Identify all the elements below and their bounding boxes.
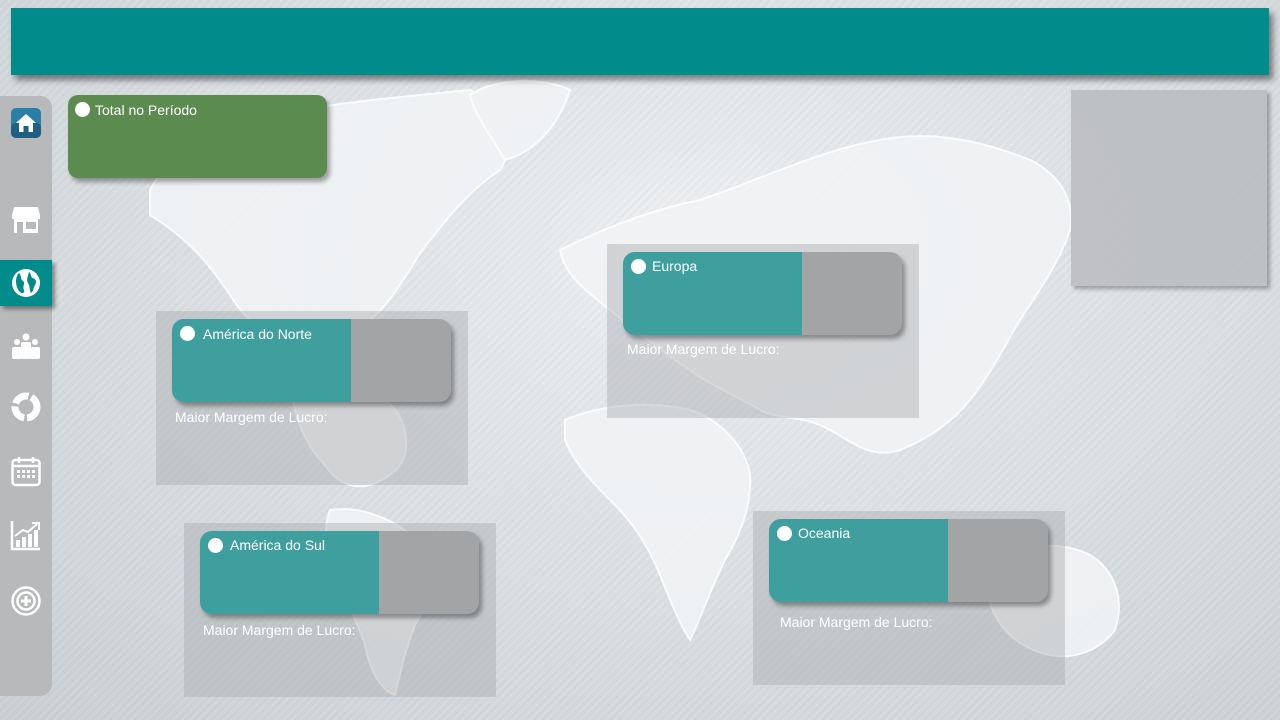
indicator-dot [631,259,646,274]
header-bar [11,8,1269,75]
indicator-dot [208,538,223,553]
people-icon [12,333,40,359]
store-icon [12,207,40,233]
donut-chart-icon [11,392,41,422]
region-panel-south-america: América do Sul Maior Margem de Lucro: [184,523,496,697]
nav-regions[interactable] [0,260,52,306]
region-panel-north-america: América do Norte Maior Margem de Lucro: [156,311,468,485]
nav-stores[interactable] [0,196,52,242]
nav-add[interactable] [0,578,52,624]
globe-icon [12,269,40,297]
sidebar-nav [0,96,52,696]
detail-label: Maior Margem de Lucro: [175,409,328,425]
detail-label: Maior Margem de Lucro: [627,341,780,357]
region-name: América do Norte [203,326,312,342]
nav-analysis[interactable] [0,384,52,430]
region-kpi-card[interactable]: América do Sul [200,531,479,614]
indicator-dot [75,102,90,117]
nav-growth[interactable] [0,512,52,558]
detail-label: Maior Margem de Lucro: [203,622,356,638]
detail-label: Maior Margem de Lucro: [780,614,933,630]
indicator-dot [180,326,195,341]
region-panel-europe: Europa Maior Margem de Lucro: [607,244,919,418]
total-period-label: Total no Período [95,102,197,118]
nav-home[interactable] [0,100,52,146]
region-share-fill [769,519,948,602]
region-kpi-card[interactable]: Europa [623,252,902,335]
region-kpi-card[interactable]: América do Norte [172,319,451,402]
calendar-icon [11,457,41,487]
indicator-dot [777,526,792,541]
region-name: Europa [652,258,698,274]
region-panel-oceania: Oceania Maior Margem de Lucro: [753,511,1065,685]
home-icon [11,108,41,138]
region-name: Oceania [798,525,851,541]
region-name: América do Sul [230,537,325,553]
nav-calendar[interactable] [0,448,52,494]
add-circle-icon [11,586,41,616]
region-kpi-card[interactable]: Oceania [769,519,1048,602]
total-period-card[interactable]: Total no Período [68,95,327,178]
summary-panel [1071,90,1267,286]
region-share-fill [623,252,802,335]
nav-customers[interactable] [0,322,52,368]
growth-chart-icon [10,521,40,551]
